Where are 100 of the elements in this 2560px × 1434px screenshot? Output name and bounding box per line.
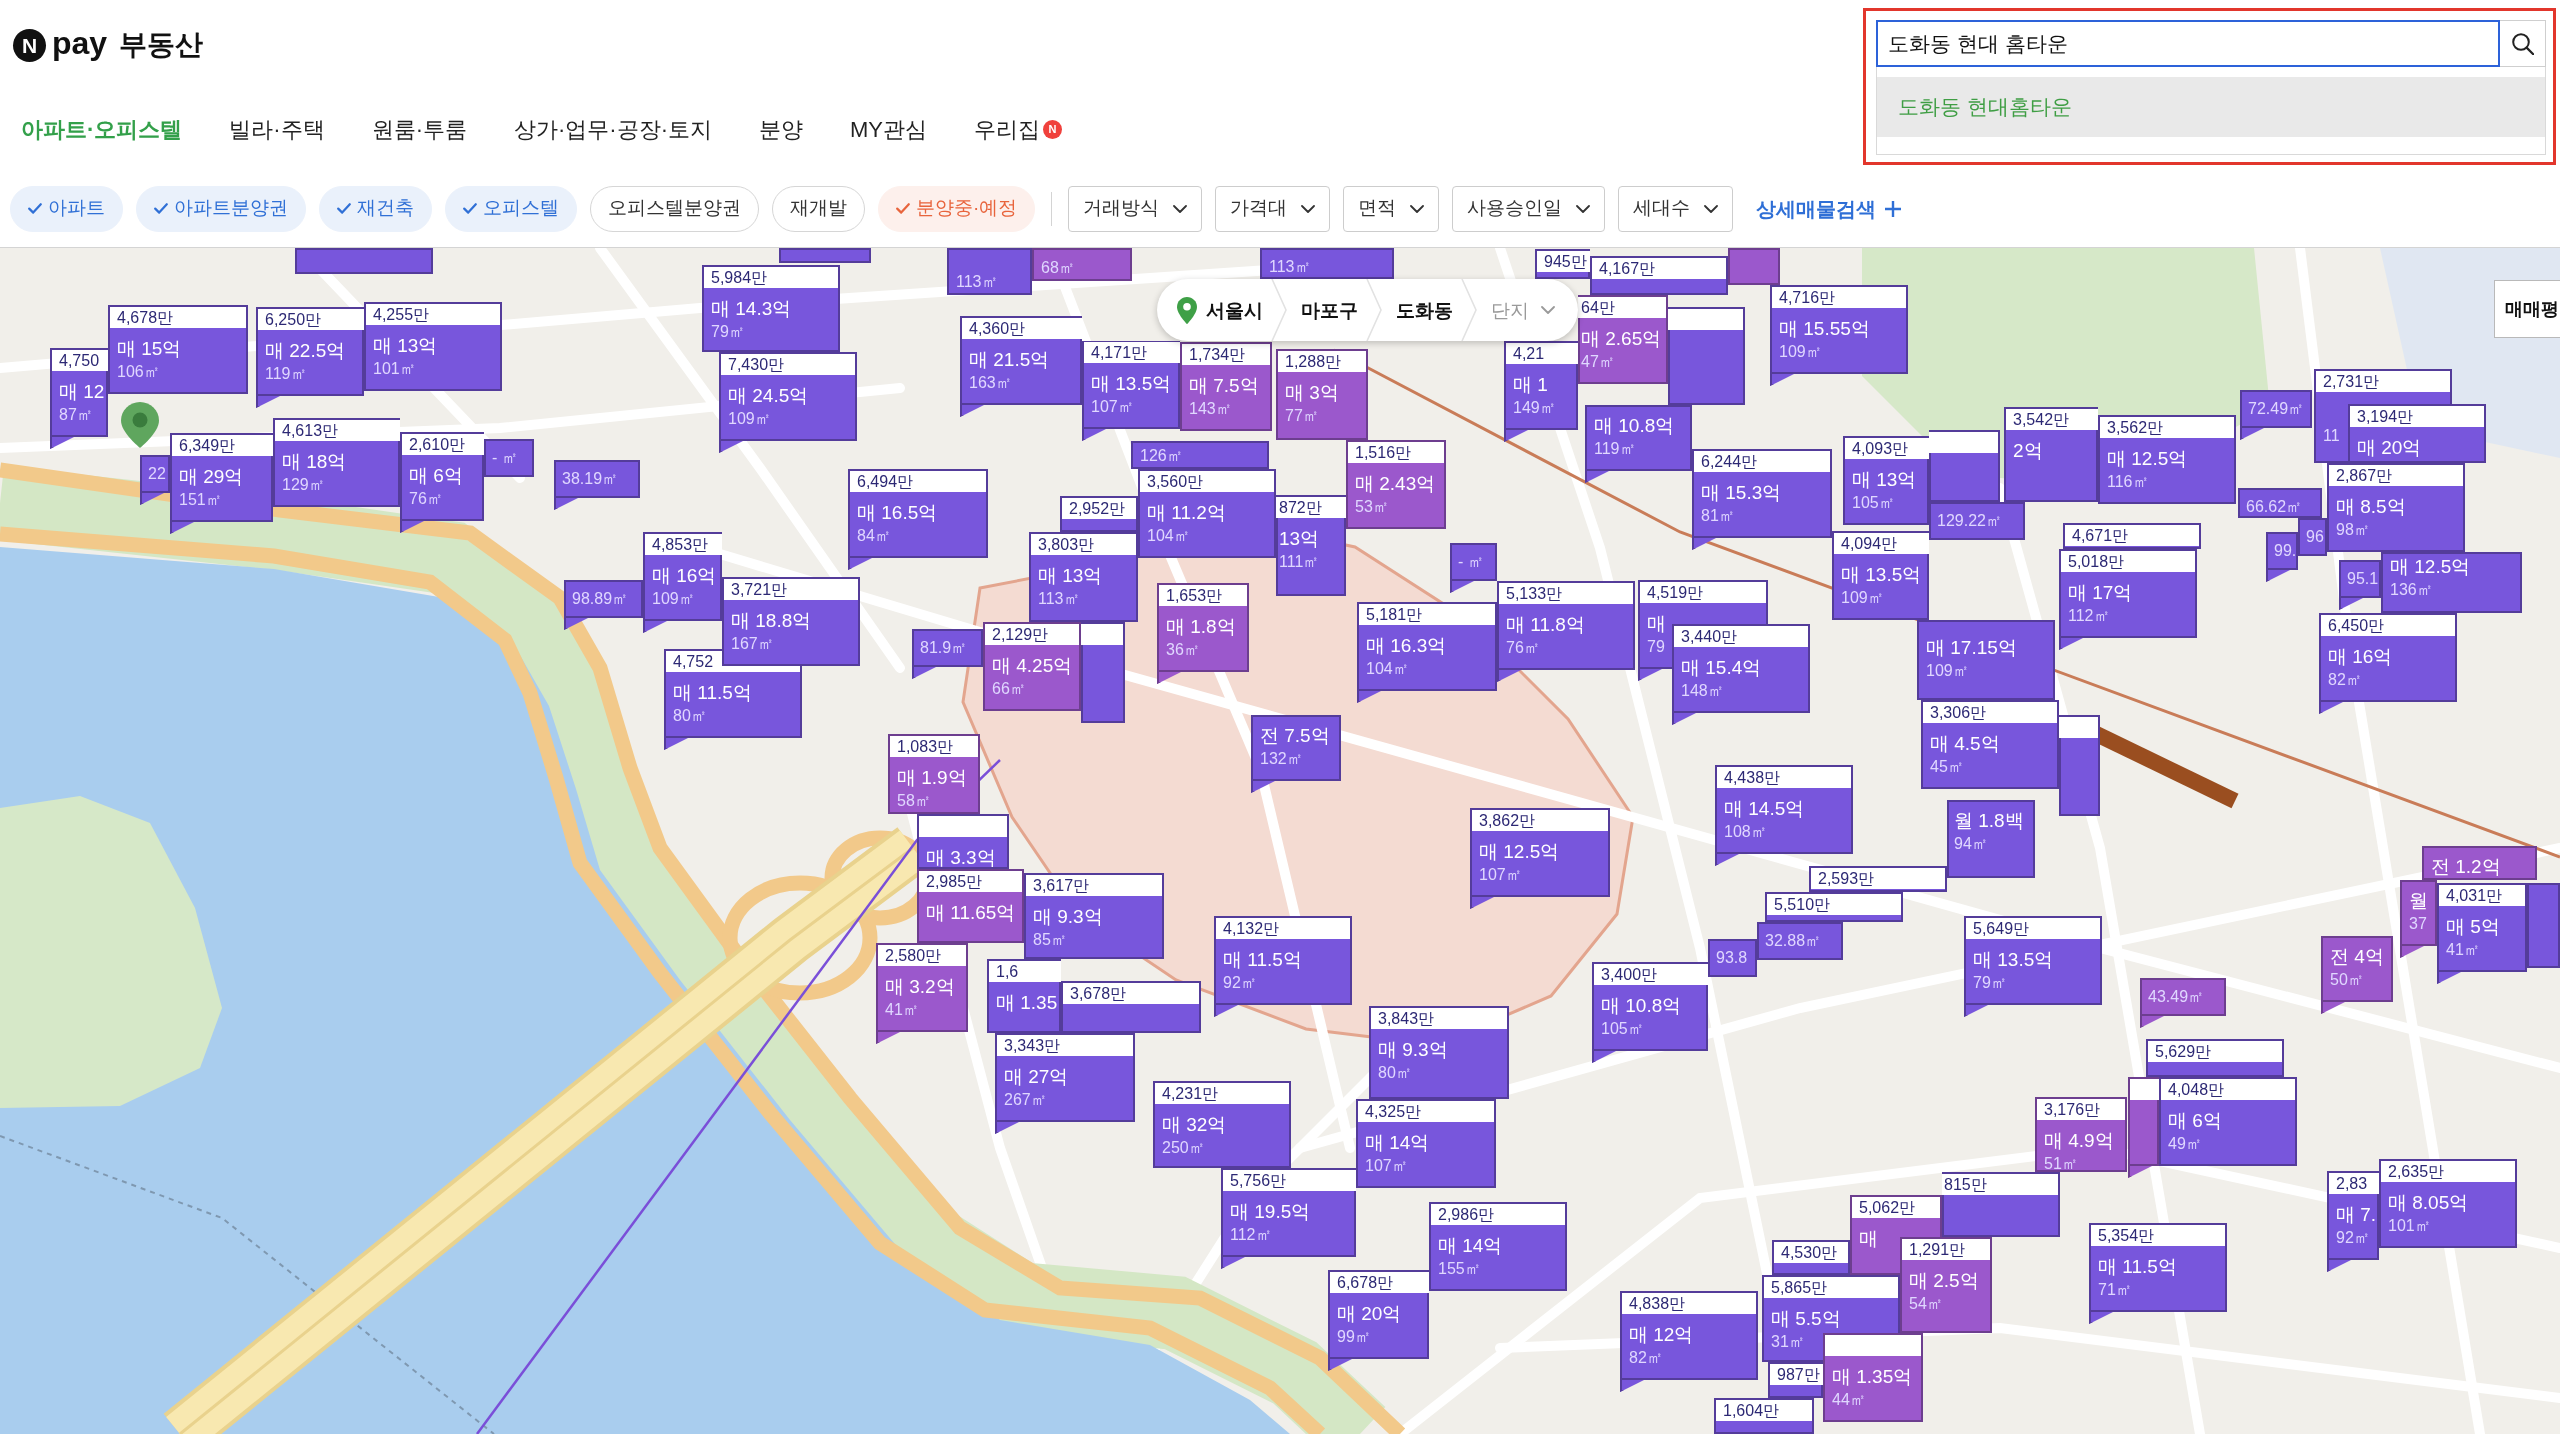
unit-price-label: 6,244만 [1701,453,1758,470]
unit-price-label: 64만 [1581,299,1615,316]
deal-price-label: 매 15.4억 [1681,657,1762,677]
unit-price-label: 4,838만 [1629,1295,1686,1312]
deal-price-label: 매 13.5억 [1091,373,1172,393]
area-label: 98㎡ [2336,522,2370,538]
unit-price-label: 4,613만 [282,422,339,439]
unit-price-label: 6,678만 [1337,1274,1394,1291]
area-label: 32.88㎡ [1765,933,1822,949]
area-label: 49㎡ [2168,1136,2202,1152]
area-label: 92㎡ [2336,1230,2370,1246]
unit-price-label: 945만 [1544,253,1587,270]
unit-price-label: 4,530만 [1781,1244,1838,1261]
area-label: 113㎡ [1269,259,1311,275]
unit-price-label: 2,635만 [2388,1163,2445,1180]
unit-price-label: 4,752 [673,653,714,670]
deal-price-label: 매 13억 [373,335,438,355]
area-label: 50㎡ [2330,972,2364,988]
unit-price-label: 4,438만 [1724,769,1781,786]
area-label: 108㎡ [1724,824,1767,840]
deal-price-label: 매 10.8억 [1594,415,1675,435]
area-label: 163㎡ [969,375,1012,391]
area-label: 93.8 [1716,950,1748,966]
unit-price-label: 5,354만 [2098,1227,2155,1244]
unit-price-label: 4,678만 [117,309,174,326]
area-label: 98.89㎡ [572,591,629,607]
deal-price-label: 매 15.55억 [1779,318,1870,338]
deal-price-label: 매 1.8억 [1166,616,1236,636]
unit-price-label: 6,250만 [265,311,322,328]
unit-price-label: 4,21 [1513,345,1545,362]
deal-price-label: 매 14.5억 [1724,798,1805,818]
area-label: 149㎡ [1513,400,1556,416]
deal-price-label: 매 7. [2336,1204,2377,1224]
area-label: 44㎡ [1832,1392,1866,1408]
deal-price-label: 매 15억 [117,338,182,358]
unit-price-label: 1,734만 [1189,346,1246,363]
deal-price-label: 매 2.43억 [1355,473,1436,493]
deal-price-label: 매 17.15억 [1926,637,2017,657]
deal-price-label: 매 12 [59,381,105,401]
area-label: 104㎡ [1147,528,1190,544]
area-label: 129㎡ [282,477,325,493]
unit-price-label: 1,653만 [1166,587,1223,604]
area-label: 107㎡ [1479,867,1522,883]
area-label: 119㎡ [265,366,307,382]
area-label: 111㎡ [1279,554,1320,570]
unit-price-label: 3,843만 [1378,1010,1435,1027]
unit-price-label: 3,678만 [1070,985,1127,1002]
deal-price-label: 매 [1647,613,1666,633]
unit-price-label: 3,560만 [1147,473,1204,490]
deal-price-label: 매 [1859,1228,1878,1248]
deal-price-label: 매 13억 [1038,565,1103,585]
area-label: 47㎡ [1581,354,1615,370]
unit-price-label: 5,181만 [1366,606,1423,623]
unit-price-label: 5,865만 [1771,1279,1828,1296]
unit-price-label: 1,6 [996,963,1019,980]
area-label: 36㎡ [1166,642,1200,658]
deal-price-label: 매 11.5억 [2098,1256,2177,1276]
area-label: 41㎡ [2446,942,2480,958]
deal-price-label: 매 12.5억 [1479,841,1560,861]
deal-price-label: 매 4.5억 [1930,733,2000,753]
deal-price-label: 매 18.8억 [731,610,812,630]
unit-price-label: 2,129만 [992,626,1049,643]
area-label: 82㎡ [1629,1350,1663,1366]
deal-price-label: 전 4억 [2330,946,2384,966]
deal-price-label: 월 1.8백 [1954,810,2024,830]
area-label: 66㎡ [992,681,1026,697]
area-label: 109㎡ [1841,590,1884,606]
area-label: 94㎡ [1954,836,1988,852]
unit-price-label: 2,610만 [409,436,466,453]
area-label: 109㎡ [1926,663,1969,679]
unit-price-label: 4,853만 [652,536,709,553]
area-label: 31㎡ [1771,1334,1805,1350]
unit-price-label: 2,952만 [1069,500,1126,517]
deal-price-label: 매 13억 [1852,469,1917,489]
area-label: 167㎡ [731,636,774,652]
unit-price-label: 815만 [1944,1176,1987,1193]
area-label: 113㎡ [956,274,998,290]
area-label: 113㎡ [1038,591,1080,607]
unit-price-label: 5,984만 [711,269,768,286]
deal-price-label: 매 21.5억 [969,349,1050,369]
unit-price-label: 5,018만 [2068,553,2125,570]
area-label: 148㎡ [1681,683,1724,699]
deal-price-label: 매 5.5억 [1771,1308,1841,1328]
deal-price-label: 매 4.25억 [992,655,1073,675]
area-label: 151㎡ [179,492,222,508]
area-label: 79 [1647,639,1665,655]
deal-price-label: 매 12억 [1629,1324,1694,1344]
deal-price-label: 매 8.5억 [2336,496,2406,516]
area-label: 155㎡ [1438,1261,1481,1277]
area-label: 22 [148,466,166,482]
unit-price-label: 4,325만 [1365,1103,1422,1120]
deal-price-label: 매 17억 [2068,582,2133,602]
area-label: 51㎡ [2044,1156,2078,1172]
unit-price-label: 4,031만 [2446,887,2503,904]
deal-price-label: 매 3.3억 [926,847,996,867]
deal-price-label: 매 3억 [1285,382,1339,402]
area-label: 37 [2409,916,2427,932]
area-label: 109㎡ [652,591,695,607]
area-label: - ㎡ [1458,554,1484,570]
unit-price-label: 4,132만 [1223,920,1280,937]
